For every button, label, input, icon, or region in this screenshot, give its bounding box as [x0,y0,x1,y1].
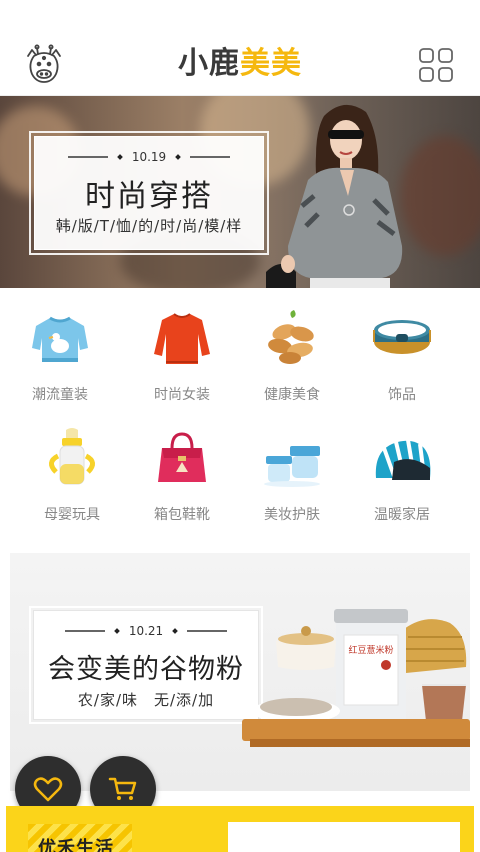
handbag-icon [158,432,206,482]
store-content-panel [228,822,460,852]
grain-promo-card: 10.21 会变美的谷物粉 农/家/味 无/添/加 [29,606,263,724]
fashion-promo-card: 10.19 时尚穿搭 韩/版/T/恤/的/时/尚/模/样 [29,131,269,255]
category-grid: 潮流童装 时尚女装 健康美食 饰品 母婴玩具 箱包鞋靴 美妆护肤 温暖家居 [0,288,480,538]
title-part-2: 美美 [240,46,302,81]
bracelet-icon [373,320,431,354]
cart-icon [108,777,137,800]
category-accessories[interactable]: 饰品 [347,288,457,403]
category-label: 时尚女装 [154,387,210,403]
divider-line [190,156,231,158]
peanuts-icon [268,310,314,364]
featured-store-section[interactable]: 优禾生活 [6,806,474,852]
category-bags-shoes[interactable]: 箱包鞋靴 [127,408,237,523]
title-part-1: 小鹿 [178,46,240,81]
divider-line [67,156,108,158]
divider-line [64,630,105,632]
app-title: 小鹿美美 [0,44,480,84]
wooden-tray [242,719,470,741]
grain-powder-banner[interactable]: 10.21 会变美的谷物粉 农/家/味 无/添/加 红豆薏米粉 [10,553,470,791]
category-label: 箱包鞋靴 [154,507,210,523]
app-header: 小鹿美美 [0,0,480,96]
diamond-marker [113,628,120,634]
category-label: 美妆护肤 [264,507,320,523]
promo-date-row: 10.21 [34,623,258,639]
category-healthy-food[interactable]: 健康美食 [237,288,347,403]
cosmetics-jar-icon [264,446,320,487]
baby-bottle-icon [49,428,95,485]
divider-line [187,630,228,632]
diamond-marker [116,154,123,160]
wooden-tray-edge [250,739,470,747]
category-baby-toys[interactable]: 母婴玩具 [17,408,127,523]
category-label: 温暖家居 [374,507,430,523]
diamond-marker [172,628,179,634]
fashion-model-image [266,104,403,288]
category-label: 饰品 [388,387,416,403]
category-womens-clothing[interactable]: 时尚女装 [127,288,237,403]
beanbag-icon [375,439,431,480]
category-label: 健康美食 [264,387,320,403]
heart-icon [33,777,63,802]
promo-subtitle: 韩/版/T/恤/的/时/尚/模/样 [55,217,243,235]
promo-title: 时尚穿搭 [85,179,213,214]
promo-subtitle: 农/家/味 无/添/加 [77,691,215,709]
category-kids-clothing[interactable]: 潮流童装 [5,288,115,403]
promo-date: 10.21 [128,624,164,638]
product-label: 红豆薏米粉 [348,644,393,656]
category-cosmetics[interactable]: 美妆护肤 [237,408,347,523]
promo-date-row: 10.19 [35,149,263,165]
store-label: 优禾生活 [38,838,114,852]
kids-sweater-icon [32,316,88,362]
grid-icon[interactable] [418,47,454,83]
promo-title: 会变美的谷物粉 [48,654,244,685]
womens-sweater-icon [154,313,210,364]
category-home[interactable]: 温暖家居 [347,408,457,523]
promo-date: 10.19 [131,150,167,164]
fashion-banner[interactable]: 10.19 时尚穿搭 韩/版/T/恤/的/时/尚/模/样 [0,96,480,288]
category-label: 母婴玩具 [44,507,100,523]
diamond-marker [175,154,182,160]
category-label: 潮流童装 [32,387,88,403]
